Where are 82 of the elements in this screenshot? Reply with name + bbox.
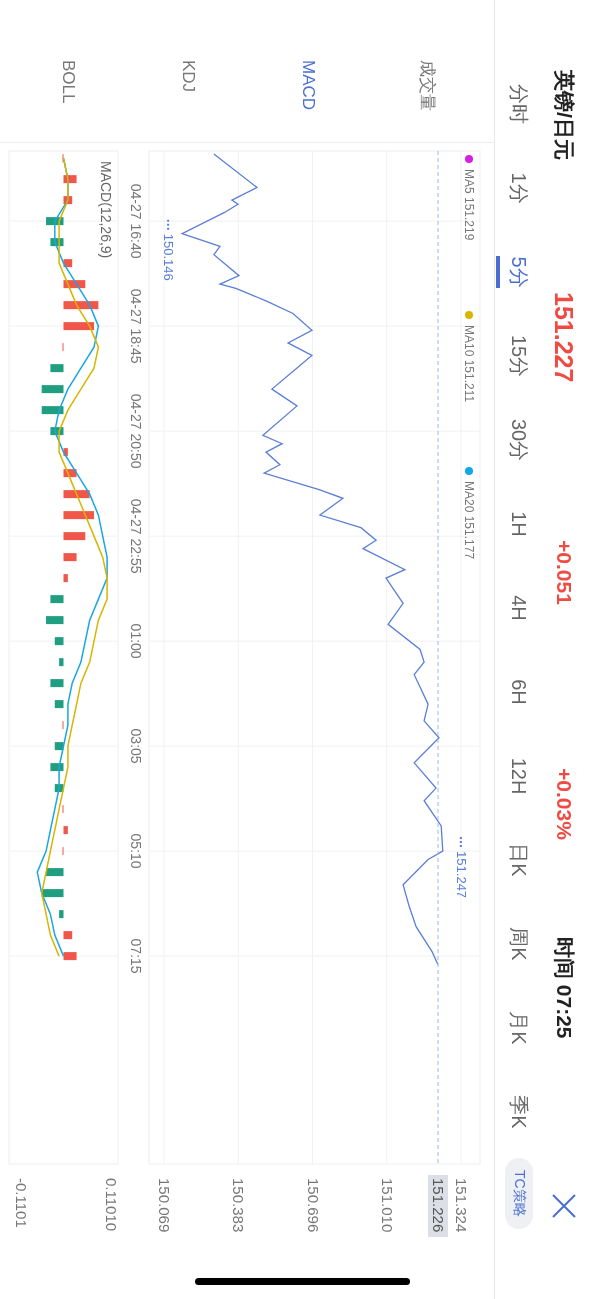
time-label: 05:10 [128,833,144,869]
time-label: 04-27 16:40 [128,183,144,259]
period-tab[interactable]: 30分 [495,398,543,482]
histogram-bar [50,427,64,436]
histogram-bar [63,511,94,520]
histogram-bar [54,742,64,751]
leader-line [459,836,462,849]
period-tab[interactable]: 4H [495,566,543,650]
indicator-tab[interactable]: 成交量 [413,60,443,111]
period-tab[interactable]: 分时 [495,62,543,146]
leader-line [167,218,170,231]
axis-tick-label: 150.383 [230,1178,248,1233]
histogram-bar [54,700,64,709]
histogram-bar [63,301,99,310]
histogram-bar [50,595,64,604]
pair-title: 英镑/日元 [552,70,577,162]
time-label: 时间 07:25 [552,937,577,1041]
period-tab[interactable]: 月K [495,986,543,1070]
period-tab[interactable]: 5分 [495,230,543,314]
period-tab[interactable]: 日K [495,818,543,902]
period-tab[interactable]: 6H [495,650,543,734]
time-label: 01:00 [128,623,144,659]
histogram-bar [59,910,64,919]
period-tab[interactable]: 季K [495,1070,543,1154]
histogram-bar [41,889,64,898]
histogram-bar [59,658,64,667]
histogram-bar [50,364,64,373]
change-value: +0.051 [552,540,576,607]
axis-tick-label: 150.069 [156,1178,173,1233]
time-label: 03:05 [128,728,144,764]
axis-tick-label: 151.324 [453,1178,470,1233]
histogram-bar [46,868,64,877]
change-percent: +0.03% [552,768,576,842]
histogram-bar [41,406,64,415]
histogram-bar [63,574,68,583]
histogram-bar [46,217,64,226]
period-tab[interactable]: 周K [495,902,543,986]
histogram-bar [63,826,68,835]
time-label: 04-27 22:55 [128,498,144,574]
strategy-button[interactable]: TC策略 [505,1158,533,1229]
histogram-bar [63,322,94,331]
histogram-bar [63,532,86,541]
current-price-label: 151.226 [428,1175,448,1237]
histogram-bar [63,175,77,184]
histogram-bar [63,469,77,478]
legend-label: MA10 151.211 [462,325,476,403]
period-tab[interactable]: 1分 [495,146,543,230]
point-label: 151.247 [453,851,469,899]
histogram-bar [63,259,73,268]
period-tab[interactable]: 15分 [495,314,543,398]
close-icon[interactable] [551,1193,577,1219]
histogram-bar [63,553,77,562]
histogram-bar [50,679,64,688]
legend-label: MA20 151.177 [462,481,476,560]
axis-tick-label: 151.010 [378,1178,396,1233]
period-tab[interactable]: 1H [495,482,543,566]
histogram-bar [54,784,64,793]
time-label: 04-27 20:50 [128,393,144,469]
histogram-bar [63,931,73,940]
histogram-bar [41,385,64,394]
axis-tick-label: 150.696 [304,1178,322,1233]
axis-tick-label: 0.11010 [103,1178,120,1232]
histogram-bar [50,763,64,772]
time-label: 04-27 18:45 [128,288,144,364]
histogram-bar [54,637,64,646]
chart-title: MACD(12,26,9) [98,161,114,259]
histogram-bar [63,280,86,289]
price-value: 151.227 [549,292,579,385]
indicator-tab[interactable]: KDJ [173,60,203,93]
point-label: 150.146 [161,233,177,281]
axis-tick-label: -0.1101 [13,1178,30,1228]
indicator-tab[interactable]: BOLL [53,60,83,104]
indicator-tab[interactable]: MACD [293,60,323,111]
histogram-bar [63,952,77,961]
histogram-bar [46,616,64,625]
histogram-bar [63,196,73,205]
period-tab[interactable]: 12H [495,734,543,818]
histogram-bar [63,490,90,499]
histogram-bar [63,448,68,457]
time-label: 07:15 [128,938,144,974]
legend-label: MA5 151.219 [462,169,476,241]
histogram-bar [50,238,64,247]
